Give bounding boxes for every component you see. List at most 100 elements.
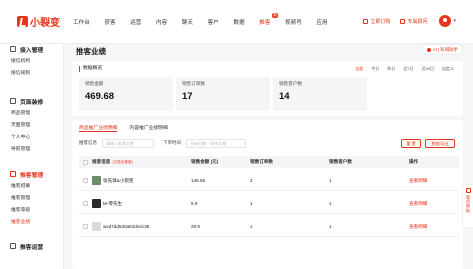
- view-detail-link[interactable]: 查看明细: [409, 201, 427, 207]
- customer-count: 1: [329, 224, 332, 229]
- sidebar-item[interactable]: 个人中心: [0, 132, 64, 144]
- sidebar-group-head[interactable]: 推客运营: [0, 242, 64, 251]
- cart-icon: [363, 18, 369, 24]
- avatar: [92, 222, 101, 231]
- filter-bar: 推客信息 请输入推客信息 下单时间 开始日期 ~ 结束日期 重 置 数据导出: [79, 138, 459, 148]
- row-checkbox[interactable]: [83, 201, 88, 206]
- sidebar-item[interactable]: 推客招募: [0, 181, 64, 193]
- order-count: 1: [250, 224, 253, 229]
- sidebar-group-0: 接入管理接信机构 接信规则: [0, 45, 64, 80]
- sidebar-group-head[interactable]: 页面装修: [0, 97, 64, 106]
- stat-card: 销售金额 469.68: [79, 77, 173, 111]
- table-tabs: 商品推广业绩明细 内容推广业绩明细: [79, 124, 180, 132]
- sidebar-group-items: 接信机构 接信规则: [0, 56, 64, 80]
- ai-button-label: AI | 私域助手: [432, 46, 458, 52]
- overview-title: 数据概览: [79, 66, 102, 72]
- customer-count: 1: [329, 178, 332, 183]
- nav-right: 立即订购 专属顾问 ▾: [353, 15, 456, 27]
- sidebar-item[interactable]: 推客等级: [0, 205, 64, 217]
- stat-label: 销售金额: [85, 81, 104, 86]
- search-input[interactable]: 请输入推客信息: [102, 138, 154, 148]
- export-button[interactable]: 数据导出: [425, 138, 455, 148]
- avatar: [92, 176, 101, 185]
- sales-amount: 145.58: [191, 178, 206, 183]
- sidebar-group-2: 推客管理 推客招募 推客管理 推客等级 推客业绩: [0, 170, 64, 229]
- help-icon: [465, 188, 471, 193]
- range-option[interactable]: 全部: [355, 66, 363, 72]
- range-option[interactable]: 今日: [371, 66, 379, 72]
- nav-item-9[interactable]: 应用: [316, 18, 327, 26]
- sidebar-item[interactable]: 推客管理: [0, 193, 64, 205]
- row-checkbox[interactable]: [83, 224, 88, 229]
- help-link[interactable]: 专属顾问: [400, 18, 427, 25]
- col-name: 推客信息 (已退出推客): [92, 159, 133, 165]
- sidebar-group-head[interactable]: 接入管理: [0, 45, 64, 54]
- sidebar-item[interactable]: 商品管理: [0, 108, 64, 120]
- table-card: 商品推广业绩明细 内容推广业绩明细 推客信息 请输入推客信息 下单时间 开始日期 …: [72, 120, 463, 269]
- col-customers: 销售客户数: [329, 159, 352, 164]
- range-option[interactable]: 近7日: [403, 66, 413, 72]
- nav-item-3[interactable]: 内容: [156, 18, 167, 26]
- table-header: 推客信息 (已退出推客) 销售金额 (元) 销售订单数 销售客户数 操作: [79, 156, 459, 168]
- help-float-label: 使用帮助: [466, 195, 471, 213]
- logo[interactable]: 小裂变: [17, 14, 67, 29]
- col-name-sub: (已退出推客): [112, 160, 133, 164]
- nav-item-2[interactable]: 运营: [130, 18, 141, 26]
- top-navbar: 小裂变 工作台 获客 运营 内容 聊天 客户 数据 推客新视频号 应用 立即订购 专属顾问 ▾: [0, 0, 473, 44]
- order-link[interactable]: 立即订购: [363, 18, 390, 25]
- nav-item-8[interactable]: 视频号: [285, 18, 302, 26]
- order-label: 立即订购: [370, 18, 391, 25]
- stat-label: 销售客户数: [279, 81, 302, 86]
- sidebar-group-items: 推客招募 推客管理 推客等级 推客业绩: [0, 181, 64, 229]
- avatar: [92, 199, 101, 208]
- col-orders: 销售订单数: [250, 159, 273, 164]
- chevron-down-icon[interactable]: ▾: [453, 18, 456, 24]
- sidebar-group-items: 商品管理 页面管理 个人中心 导航管理: [0, 108, 64, 156]
- sidebar-item[interactable]: 接信机构: [0, 56, 64, 68]
- select-all-checkbox[interactable]: [83, 159, 88, 165]
- date-range-input[interactable]: 开始日期 ~ 结束日期: [186, 138, 246, 148]
- nav-item-0[interactable]: 工作台: [73, 18, 90, 26]
- range-option[interactable]: 近30日: [422, 66, 434, 72]
- sidebar-group-head[interactable]: 推客管理: [0, 170, 64, 179]
- sidebar-group-title: 接入管理: [20, 47, 44, 54]
- nav-item-1[interactable]: 获客: [104, 18, 115, 26]
- row-checkbox[interactable]: [83, 178, 88, 183]
- stat-card: 销售订单数 17: [176, 77, 270, 111]
- user-icon: [10, 243, 16, 249]
- range-option[interactable]: 自定义: [442, 66, 454, 72]
- grid-icon: [10, 46, 16, 52]
- view-detail-link[interactable]: 查看明细: [409, 178, 427, 184]
- nav-item-4[interactable]: 聊天: [182, 18, 193, 26]
- customer-count: 1: [329, 201, 332, 206]
- layout-icon: [10, 98, 16, 104]
- main-nav: 工作台 获客 运营 内容 聊天 客户 数据 推客新视频号 应用: [73, 12, 342, 26]
- sidebar-item[interactable]: 页面管理: [0, 120, 64, 132]
- help-label: 专属顾问: [407, 18, 428, 25]
- time-label: 下单时间: [163, 140, 181, 145]
- help-float-button[interactable]: 使用帮助: [462, 184, 473, 228]
- tab-0[interactable]: 商品推广业绩明细: [79, 124, 118, 132]
- search-label: 推客信息: [79, 140, 97, 145]
- stat-value: 14: [279, 91, 290, 102]
- stats-row: 销售金额 469.68 销售订单数 17 销售客户数 14: [79, 77, 370, 111]
- sidebar-group-3: 推客运营: [0, 242, 64, 253]
- tab-1[interactable]: 内容推广业绩明细: [129, 124, 167, 132]
- ai-assistant-button[interactable]: AI | 私域助手: [421, 44, 463, 55]
- col-name-label: 推客信息: [92, 159, 111, 164]
- nav-item-6[interactable]: 数据: [233, 18, 244, 26]
- sidebar-item[interactable]: 接信规则: [0, 68, 64, 80]
- hot-badge: 新: [271, 12, 279, 18]
- sidebar-item[interactable]: 推客业绩: [0, 217, 64, 229]
- nav-item-5[interactable]: 客户: [208, 18, 219, 26]
- sidebar-item[interactable]: 导航管理: [0, 144, 64, 156]
- stat-card: 销售客户数 14: [273, 77, 367, 111]
- reset-button[interactable]: 重 置: [401, 138, 421, 148]
- sidebar: 接入管理 接信机构 接信规则 页面装修 商品管理 页面管理 个人中心 导航管理 推客管理 推客招募…: [0, 44, 64, 269]
- sidebar-group-title: 推客管理: [20, 172, 44, 179]
- user-avatar[interactable]: [439, 15, 452, 27]
- range-option[interactable]: 昨日: [387, 66, 395, 72]
- logo-icon: [17, 16, 28, 27]
- view-detail-link[interactable]: 查看明细: [409, 224, 427, 230]
- nav-item-7[interactable]: 推客新: [259, 12, 279, 26]
